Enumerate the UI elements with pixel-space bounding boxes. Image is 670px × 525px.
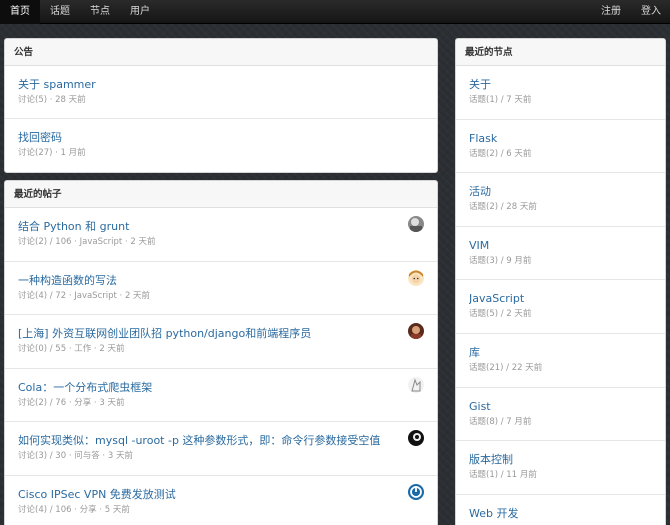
- announcement-item: 找回密码 讨论(27) · 1 月前: [5, 119, 437, 172]
- nav-nodes[interactable]: 节点: [80, 0, 120, 24]
- avatar[interactable]: [408, 269, 424, 286]
- post-meta: 讨论(0) / 55 · 工作 · 2 天前: [18, 344, 125, 355]
- node-meta: 话题(2) / 6 天前: [469, 148, 532, 159]
- node-item: JavaScript 话题(5) / 2 天前: [456, 280, 665, 334]
- node-meta: 话题(8) / 7 月前: [469, 416, 532, 427]
- nav-right: 注册 登入: [590, 0, 670, 24]
- node-link[interactable]: JavaScript: [469, 292, 657, 306]
- recent-posts-panel: 最近的帖子 结合 Python 和 grunt 讨论(2) / 106 · Ja…: [4, 180, 438, 525]
- announcement-meta: 讨论(27) · 1 月前: [18, 148, 86, 158]
- node-item: 活动 话题(2) / 28 天前: [456, 173, 665, 227]
- recent-posts-title: 最近的帖子: [5, 181, 437, 208]
- avatar[interactable]: [408, 483, 424, 500]
- node-link[interactable]: 库: [469, 346, 657, 360]
- avatar[interactable]: [408, 430, 424, 447]
- post-item: [上海] 外资互联网创业团队招 python/django和前端程序员 讨论(0…: [5, 315, 437, 369]
- post-link[interactable]: 一种构造函数的写法: [18, 274, 397, 288]
- node-meta: 话题(1) / 7 天前: [469, 95, 532, 105]
- node-item: 关于 话题(1) / 7 天前: [456, 66, 665, 120]
- post-link[interactable]: 如何实现类似：mysql -uroot -p 这种参数形式，即：命令行参数接受空…: [18, 434, 397, 448]
- node-meta: 话题(2) / 28 天前: [469, 202, 537, 213]
- post-link[interactable]: Cisco IPSec VPN 免费发放测试: [18, 488, 397, 502]
- avatar[interactable]: [408, 376, 424, 393]
- node-item: Flask 话题(2) / 6 天前: [456, 120, 665, 174]
- node-item: 库 话题(21) / 22 天前: [456, 334, 665, 388]
- announcement-link[interactable]: 找回密码: [18, 131, 397, 145]
- node-link[interactable]: Gist: [469, 400, 657, 414]
- node-meta: 话题(5) / 2 天前: [469, 309, 532, 320]
- nav-login[interactable]: 登入: [630, 0, 670, 24]
- node-link[interactable]: Flask: [469, 132, 657, 146]
- node-item: 版本控制 话题(1) / 11 月前: [456, 441, 665, 495]
- nav-register[interactable]: 注册: [590, 0, 630, 24]
- node-meta: 话题(1) / 11 月前: [469, 470, 537, 481]
- node-meta: 话题(3) / 9 月前: [469, 255, 532, 266]
- nav-home[interactable]: 首页: [0, 0, 40, 24]
- post-meta: 讨论(2) / 76 · 分享 · 3 天前: [18, 397, 125, 408]
- post-item: 一种构造函数的写法 讨论(4) / 72 · JavaScript · 2 天前: [5, 262, 437, 316]
- post-meta: 讨论(4) / 72 · JavaScript · 2 天前: [18, 290, 151, 301]
- recent-nodes-title: 最近的节点: [456, 39, 665, 66]
- node-item: VIM 话题(3) / 9 月前: [456, 227, 665, 281]
- announcement-link[interactable]: 关于 spammer: [18, 78, 397, 92]
- avatar[interactable]: [408, 323, 424, 340]
- nav-topics[interactable]: 话题: [40, 0, 80, 24]
- post-item: Cola：一个分布式爬虫框架 讨论(2) / 76 · 分享 · 3 天前: [5, 369, 437, 423]
- node-link[interactable]: 关于: [469, 78, 657, 92]
- avatar[interactable]: [408, 216, 424, 232]
- node-link[interactable]: 版本控制: [469, 453, 657, 467]
- post-link[interactable]: Cola：一个分布式爬虫框架: [18, 381, 397, 395]
- top-navbar: 首页 话题 节点 用户 注册 登入: [0, 0, 670, 24]
- nav-left: 首页 话题 节点 用户: [0, 0, 160, 24]
- post-item: 结合 Python 和 grunt 讨论(2) / 106 · JavaScri…: [5, 208, 437, 262]
- node-item: Web 开发: [456, 495, 665, 525]
- node-link[interactable]: VIM: [469, 239, 657, 253]
- post-link[interactable]: [上海] 外资互联网创业团队招 python/django和前端程序员: [18, 327, 397, 341]
- post-meta: 讨论(2) / 106 · JavaScript · 2 天前: [18, 237, 156, 247]
- node-item: Gist 话题(8) / 7 月前: [456, 388, 665, 442]
- node-link[interactable]: 活动: [469, 185, 657, 199]
- node-meta: 话题(21) / 22 天前: [469, 362, 543, 373]
- post-meta: 讨论(4) / 106 · 分享 · 5 天前: [18, 504, 130, 515]
- node-link[interactable]: Web 开发: [469, 507, 657, 521]
- recent-nodes-panel: 最近的节点 关于 话题(1) / 7 天前 Flask 话题(2) / 6 天前…: [455, 38, 666, 525]
- post-item: 如何实现类似：mysql -uroot -p 这种参数形式，即：命令行参数接受空…: [5, 422, 437, 476]
- announcements-panel: 公告 关于 spammer 讨论(5) · 28 天前 找回密码 讨论(27) …: [4, 38, 438, 173]
- post-meta: 讨论(3) / 30 · 问与答 · 3 天前: [18, 451, 133, 462]
- post-item: Cisco IPSec VPN 免费发放测试 讨论(4) / 106 · 分享 …: [5, 476, 437, 525]
- announcement-item: 关于 spammer 讨论(5) · 28 天前: [5, 66, 437, 119]
- nav-users[interactable]: 用户: [120, 0, 160, 24]
- announcement-meta: 讨论(5) · 28 天前: [18, 95, 86, 105]
- announcements-title: 公告: [5, 39, 437, 66]
- post-link[interactable]: 结合 Python 和 grunt: [18, 220, 397, 234]
